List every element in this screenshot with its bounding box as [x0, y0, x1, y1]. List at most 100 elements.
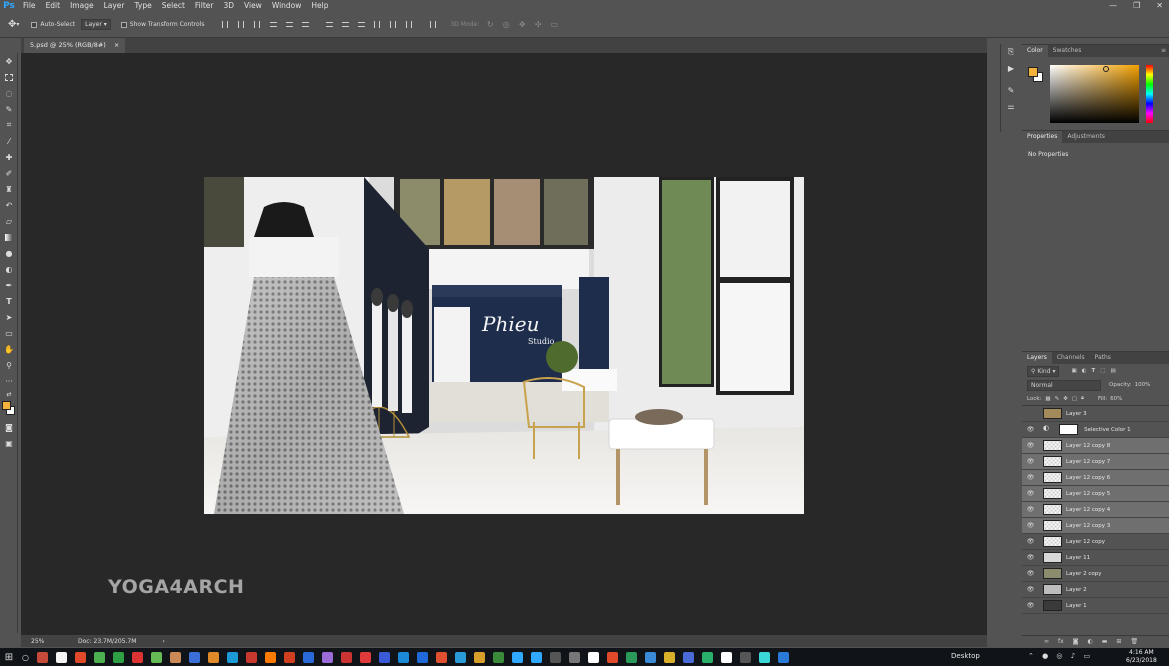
actions-panel-icon[interactable]: ▶ [1001, 60, 1021, 76]
taskbar-app-icon[interactable] [530, 651, 542, 663]
tab-properties[interactable]: Properties [1022, 131, 1063, 143]
taskbar-app-icon[interactable] [55, 651, 67, 663]
layer-row[interactable]: 👁︎ Layer 12 copy [1022, 534, 1169, 550]
taskbar-app-icon[interactable] [568, 651, 580, 663]
taskbar-app-icon[interactable] [644, 651, 656, 663]
layer-style-icon[interactable]: fx [1058, 638, 1064, 645]
taskbar-app-icon[interactable] [511, 651, 523, 663]
distribute-right-icon[interactable] [404, 20, 414, 30]
move-tool-preset[interactable]: ✥ ▾ [8, 19, 19, 30]
visibility-eye-icon[interactable]: 👁︎ [1022, 586, 1039, 593]
more-tools-icon[interactable]: ··· [0, 373, 18, 389]
taskbar-app-icon[interactable] [264, 651, 276, 663]
visibility-eye-icon[interactable]: 👁︎ [1022, 474, 1039, 481]
taskbar-app-icon[interactable] [112, 651, 124, 663]
taskbar-app-icon[interactable] [359, 651, 371, 663]
menu-file[interactable]: File [18, 0, 41, 12]
filter-shape-icon[interactable]: ⬚ [1100, 368, 1105, 374]
taskbar-app-icon[interactable] [739, 651, 751, 663]
opacity-value[interactable]: 100% [1135, 382, 1151, 388]
menu-layer[interactable]: Layer [99, 0, 130, 12]
tab-layers[interactable]: Layers [1022, 352, 1052, 364]
taskbar-app-icon[interactable] [93, 651, 105, 663]
taskbar-app-icon[interactable] [169, 651, 181, 663]
taskbar-app-icon[interactable] [758, 651, 770, 663]
distribute-top-icon[interactable] [324, 20, 334, 30]
menu-view[interactable]: View [239, 0, 267, 12]
screen-mode-icon[interactable]: ▣ [0, 435, 18, 451]
history-panel-icon[interactable]: ⎘ [1001, 44, 1021, 60]
taskbar-app-icon[interactable] [606, 651, 618, 663]
taskbar-app-icon[interactable] [701, 651, 713, 663]
auto-align-icon[interactable] [428, 20, 438, 30]
visibility-eye-icon[interactable]: 👁︎ [1022, 522, 1039, 529]
close-window-button[interactable]: ✕ [1156, 0, 1163, 12]
taskbar-app-icon[interactable] [454, 651, 466, 663]
move-tool-icon[interactable]: ✥ [0, 53, 18, 69]
menu-select[interactable]: Select [157, 0, 190, 12]
tab-swatches[interactable]: Swatches [1048, 45, 1087, 57]
layer-row[interactable]: 👁︎ Layer 12 copy 4 [1022, 502, 1169, 518]
swap-colors-icon[interactable]: ⇄ [0, 389, 18, 399]
layer-row[interactable]: 👁︎ Layer 12 copy 6 [1022, 470, 1169, 486]
tab-color[interactable]: Color [1022, 45, 1048, 57]
eraser-tool-icon[interactable]: ▱ [0, 213, 18, 229]
history-brush-tool-icon[interactable]: ↶ [0, 197, 18, 213]
menu-image[interactable]: Image [65, 0, 99, 12]
visibility-eye-icon[interactable]: 👁︎ [1022, 426, 1039, 433]
taskbar-app-icon[interactable] [777, 651, 789, 663]
taskbar-app-icon[interactable] [36, 651, 48, 663]
eyedropper-tool-icon[interactable]: ⁄ [0, 133, 18, 149]
taskbar-app-icon[interactable] [188, 651, 200, 663]
lock-pixels-icon[interactable]: ✎ [1055, 396, 1060, 402]
taskbar-app-icon[interactable] [207, 651, 219, 663]
hand-tool-icon[interactable]: ✋ [0, 341, 18, 357]
taskbar-app-icon[interactable] [340, 651, 352, 663]
fill-value[interactable]: 60% [1110, 396, 1122, 402]
clone-stamp-tool-icon[interactable]: ♜ [0, 181, 18, 197]
hue-slider[interactable] [1146, 65, 1153, 123]
lock-transparent-icon[interactable]: ▦ [1045, 396, 1050, 402]
layer-row[interactable]: 👁︎ Layer 12 copy 3 [1022, 518, 1169, 534]
layer-row[interactable]: 👁︎ ◐ Selective Color 1 [1022, 422, 1169, 438]
layer-row[interactable]: 👁︎ Layer 1 [1022, 598, 1169, 614]
tab-paths[interactable]: Paths [1090, 352, 1116, 364]
filter-smart-icon[interactable]: ▤ [1110, 368, 1115, 374]
adjustment-layer-icon[interactable]: ◐ [1088, 638, 1093, 645]
zoom-tool-icon[interactable]: ⚲ [0, 357, 18, 373]
menu-help[interactable]: Help [306, 0, 333, 12]
filter-kind-dropdown[interactable]: ⚲ Kind ▾ [1027, 365, 1060, 377]
3d-drag-icon[interactable]: ✥ [517, 20, 527, 30]
taskbar-app-icon[interactable] [549, 651, 561, 663]
align-vcenter-icon[interactable] [236, 20, 246, 30]
system-tray-icons[interactable]: ⌃ ● ◎ ♪ ▭ [1028, 652, 1093, 660]
3d-camera-icon[interactable]: ▭ [549, 20, 559, 30]
tab-channels[interactable]: Channels [1052, 352, 1090, 364]
distribute-bottom-icon[interactable] [356, 20, 366, 30]
layer-row[interactable]: 👁︎ Layer 11 [1022, 550, 1169, 566]
layer-mask-icon[interactable]: ◙ [1073, 638, 1079, 645]
taskbar-app-icon[interactable] [492, 651, 504, 663]
color-panel-menu-icon[interactable]: ≡ [1161, 47, 1166, 54]
zoom-level[interactable]: 25% [31, 638, 73, 645]
dodge-tool-icon[interactable]: ◐ [0, 261, 18, 277]
taskbar-app-icon[interactable] [74, 651, 86, 663]
align-hcenter-icon[interactable] [284, 20, 294, 30]
lock-all-icon[interactable]: 🔒︎ [1081, 395, 1084, 402]
clock[interactable]: 4:16 AM 6/23/2018 [1126, 649, 1157, 665]
taskbar-app-icon[interactable] [302, 651, 314, 663]
status-menu-arrow-icon[interactable]: › [162, 638, 164, 645]
align-right-icon[interactable] [300, 20, 310, 30]
taskbar-app-icon[interactable] [226, 651, 238, 663]
layer-mask-thumbnail[interactable] [1059, 424, 1079, 435]
delete-layer-icon[interactable]: 🗑︎ [1130, 638, 1138, 645]
taskbar-app-icon[interactable] [245, 651, 257, 663]
taskbar-app-icon[interactable] [473, 651, 485, 663]
lock-artboard-icon[interactable]: ▢ [1072, 396, 1077, 402]
filter-pixel-icon[interactable]: ▣ [1071, 368, 1076, 374]
taskbar-app-icon[interactable] [720, 651, 732, 663]
color-swatches[interactable] [0, 399, 18, 419]
foreground-color-chip[interactable] [1028, 67, 1038, 77]
layer-row[interactable]: 👁︎ Layer 12 copy 5 [1022, 486, 1169, 502]
visibility-eye-icon[interactable]: 👁︎ [1022, 538, 1039, 545]
